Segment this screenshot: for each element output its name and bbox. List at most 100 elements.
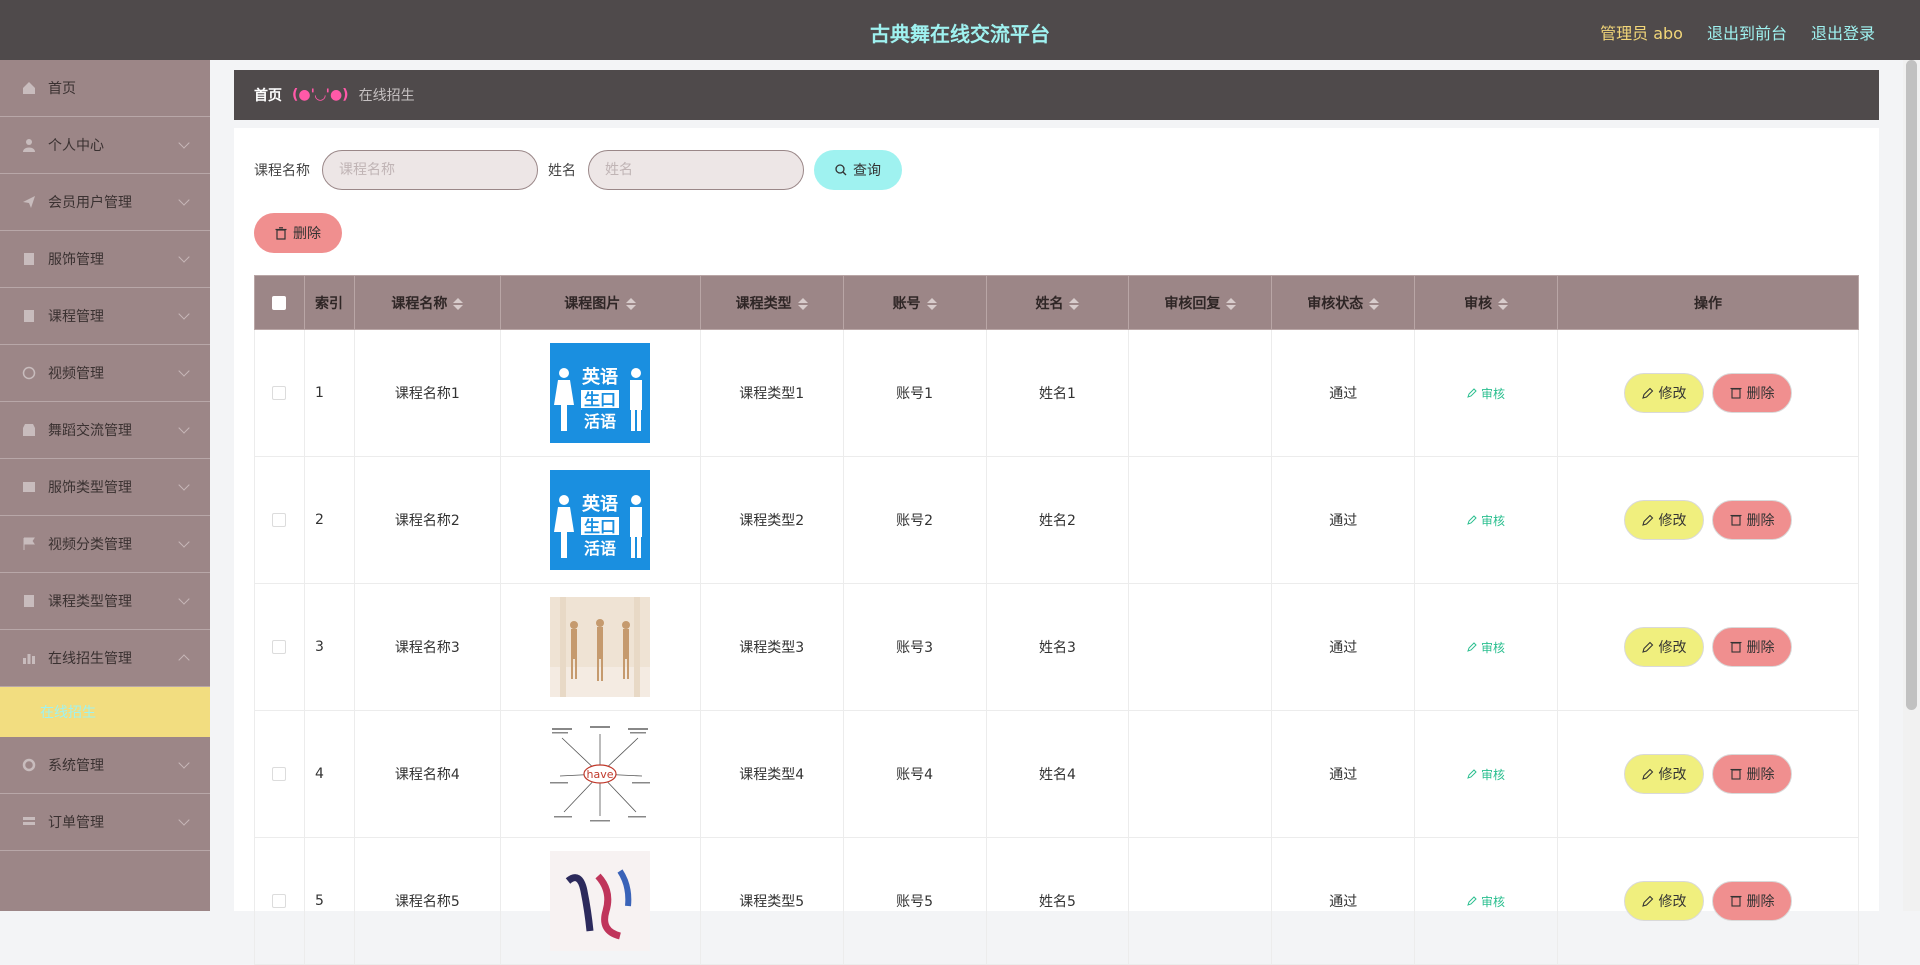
chevron-down-icon xyxy=(178,536,190,548)
edit-icon xyxy=(1641,768,1653,781)
sidebar-subitem-enrollment[interactable]: 在线招生 xyxy=(0,687,210,737)
edit-button[interactable]: 修改 xyxy=(1624,881,1705,922)
row-select-cell[interactable] xyxy=(254,329,305,457)
sort-icon[interactable] xyxy=(1369,297,1380,310)
trash-icon xyxy=(1730,896,1742,907)
row-course-image: 英语 生口 活语 xyxy=(499,329,701,457)
row-actions: 修改 删除 xyxy=(1557,837,1859,965)
logout-link[interactable]: 退出登录 xyxy=(1811,20,1875,44)
sidebar-item-video[interactable]: 视频管理 xyxy=(0,345,210,402)
doc-icon xyxy=(24,310,34,322)
sidebar-item-enrollment[interactable]: 在线招生管理 xyxy=(0,630,210,687)
select-all-checkbox[interactable] xyxy=(272,295,287,310)
audit-link[interactable]: 审核 xyxy=(1467,514,1505,528)
batch-delete-label: 删除 xyxy=(293,225,321,241)
edit-button[interactable]: 修改 xyxy=(1624,500,1705,541)
home-icon xyxy=(23,82,35,94)
delete-button[interactable]: 删除 xyxy=(1712,372,1793,413)
name-input[interactable] xyxy=(588,150,804,190)
audit-link[interactable]: 审核 xyxy=(1467,387,1505,401)
row-name: 姓名3 xyxy=(985,583,1130,711)
column-header-label: 审核回复 xyxy=(1164,295,1221,312)
column-header-audit[interactable]: 审核 xyxy=(1414,275,1559,330)
column-header-reply[interactable]: 审核回复 xyxy=(1128,275,1273,330)
course-name-input[interactable] xyxy=(322,150,538,190)
row-audit-status: 通过 xyxy=(1271,583,1416,711)
row-audit-cell: 审核 xyxy=(1414,710,1559,838)
main-panel: 课程名称 姓名 查询 删除 索引 课程名称 课程图片 课程类型 账号 姓名 xyxy=(234,128,1879,965)
audit-link[interactable]: 审核 xyxy=(1467,895,1505,909)
sidebar-item-label: 舞蹈交流管理 xyxy=(48,423,132,439)
sort-icon[interactable] xyxy=(626,297,637,310)
sort-icon[interactable] xyxy=(926,297,937,310)
sidebar-item-costume[interactable]: 服饰管理 xyxy=(0,231,210,288)
column-header-status[interactable]: 审核状态 xyxy=(1271,275,1416,330)
row-audit-cell: 审核 xyxy=(1414,583,1559,711)
column-header-type[interactable]: 课程类型 xyxy=(699,275,844,330)
poster-line-3: 活语 xyxy=(584,412,616,431)
row-checkbox[interactable] xyxy=(272,767,287,781)
row-course-name: 课程名称3 xyxy=(353,583,501,711)
row-select-cell[interactable] xyxy=(254,583,305,711)
scrollbar-thumb[interactable] xyxy=(1906,60,1917,710)
sidebar-item-label: 首页 xyxy=(48,81,76,97)
row-name: 姓名5 xyxy=(985,837,1130,965)
sort-icon[interactable] xyxy=(797,297,808,310)
breadcrumb-home[interactable]: 首页 xyxy=(254,85,282,105)
exit-to-front-link[interactable]: 退出到前台 xyxy=(1707,20,1787,44)
row-select-cell[interactable] xyxy=(254,456,305,584)
name-label: 姓名 xyxy=(548,163,576,179)
row-checkbox[interactable] xyxy=(272,513,287,527)
delete-button[interactable]: 删除 xyxy=(1712,753,1793,794)
sidebar-item-orders[interactable]: 订单管理 xyxy=(0,794,210,851)
sidebar-item-label: 系统管理 xyxy=(48,758,104,774)
row-account: 账号4 xyxy=(842,710,987,838)
row-audit-status: 通过 xyxy=(1271,710,1416,838)
column-header-image[interactable]: 课程图片 xyxy=(499,275,701,330)
breadcrumb: 首页 (●'◡'●) 在线招生 xyxy=(234,70,1879,120)
row-audit-status: 通过 xyxy=(1271,329,1416,457)
trash-icon xyxy=(1730,642,1742,653)
sort-icon[interactable] xyxy=(453,297,464,310)
sidebar-item-dance-exchange[interactable]: 舞蹈交流管理 xyxy=(0,402,210,459)
sort-icon[interactable] xyxy=(1498,297,1509,310)
query-button[interactable]: 查询 xyxy=(814,150,902,190)
row-checkbox[interactable] xyxy=(272,640,287,654)
sidebar-item-course-type[interactable]: 课程类型管理 xyxy=(0,573,210,630)
edit-icon xyxy=(1641,514,1653,527)
row-select-cell[interactable] xyxy=(254,837,305,965)
edit-button[interactable]: 修改 xyxy=(1624,627,1705,668)
batch-delete-button[interactable]: 删除 xyxy=(254,213,342,253)
sidebar-item-course[interactable]: 课程管理 xyxy=(0,288,210,345)
row-checkbox[interactable] xyxy=(272,386,287,400)
select-all-cell[interactable] xyxy=(254,275,305,330)
row-checkbox[interactable] xyxy=(272,894,287,908)
audit-link[interactable]: 审核 xyxy=(1467,768,1505,782)
edit-button[interactable]: 修改 xyxy=(1624,373,1705,414)
sort-icon[interactable] xyxy=(1069,297,1080,310)
row-course-name: 课程名称1 xyxy=(353,329,501,457)
sidebar-item-members[interactable]: 会员用户管理 xyxy=(0,174,210,231)
row-audit-reply xyxy=(1128,456,1273,584)
audit-link[interactable]: 审核 xyxy=(1467,641,1505,655)
row-index: 3 xyxy=(303,583,355,711)
sidebar-item-profile[interactable]: 个人中心 xyxy=(0,117,210,174)
edit-button[interactable]: 修改 xyxy=(1624,754,1705,795)
row-course-type: 课程类型3 xyxy=(699,583,844,711)
column-header-course[interactable]: 课程名称 xyxy=(353,275,501,330)
sidebar-item-video-category[interactable]: 视频分类管理 xyxy=(0,516,210,573)
row-select-cell[interactable] xyxy=(254,710,305,838)
sidebar-item-costume-type[interactable]: 服饰类型管理 xyxy=(0,459,210,516)
column-header-account[interactable]: 账号 xyxy=(842,275,987,330)
chevron-down-icon xyxy=(178,757,190,769)
sidebar-item-system[interactable]: 系统管理 xyxy=(0,737,210,794)
trash-icon xyxy=(1730,515,1742,526)
sort-icon[interactable] xyxy=(1226,297,1237,310)
delete-button[interactable]: 删除 xyxy=(1712,499,1793,540)
sidebar-item-home[interactable]: 首页 xyxy=(0,60,210,117)
chevron-down-icon xyxy=(178,308,190,320)
delete-button[interactable]: 删除 xyxy=(1712,626,1793,667)
edit-icon xyxy=(1641,387,1653,400)
column-header-name[interactable]: 姓名 xyxy=(985,275,1130,330)
delete-button[interactable]: 删除 xyxy=(1712,880,1793,921)
